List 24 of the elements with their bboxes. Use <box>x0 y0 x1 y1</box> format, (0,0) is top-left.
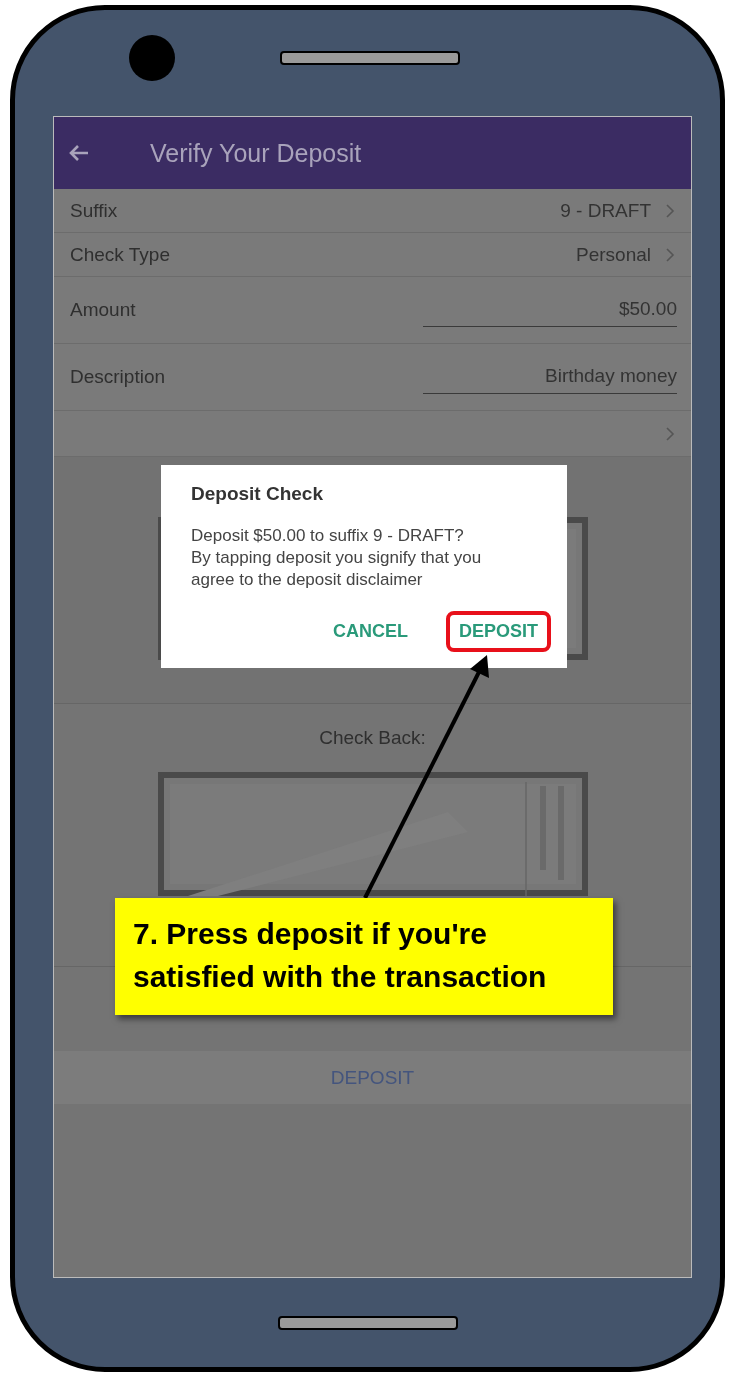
input-field[interactable]: Birthday money <box>423 360 677 394</box>
callout-note: 7. Press deposit if you're satisfied with the transaction <box>115 898 613 1015</box>
dialog-title: Deposit Check <box>191 483 324 505</box>
field-label: Description <box>70 366 166 388</box>
dialog-button[interactable]: DEPOSIT <box>446 611 551 652</box>
dialog-message: Deposit $50.00 to suffix 9 - DRAFT? <box>191 525 465 547</box>
field-label: Amount <box>70 299 136 321</box>
camera-icon <box>129 35 175 81</box>
input-field[interactable]: $50.00 <box>423 293 677 327</box>
row-value: Personal <box>576 243 651 266</box>
row-label: Check Type <box>70 243 170 266</box>
row-value: 9 - DRAFT <box>560 199 651 222</box>
deposit-button[interactable]: DEPOSIT <box>54 1051 691 1104</box>
dialog-message: By tapping deposit you signify that you agree to the deposit disclaimer <box>191 547 483 591</box>
row-label: Suffix <box>70 199 118 222</box>
back-arrow-icon[interactable] <box>68 144 90 162</box>
chevron-icon <box>665 425 675 442</box>
select-row[interactable]: Suffix 9 - DRAFT <box>54 189 691 233</box>
screen-title: Verify Your Deposit <box>150 138 362 168</box>
select-row[interactable]: Check Type Personal <box>54 233 691 277</box>
dialog-button[interactable]: CANCEL <box>323 611 418 652</box>
section-label: Check Back: <box>319 727 426 749</box>
chevron-icon <box>665 246 675 263</box>
chevron-icon <box>665 202 675 219</box>
